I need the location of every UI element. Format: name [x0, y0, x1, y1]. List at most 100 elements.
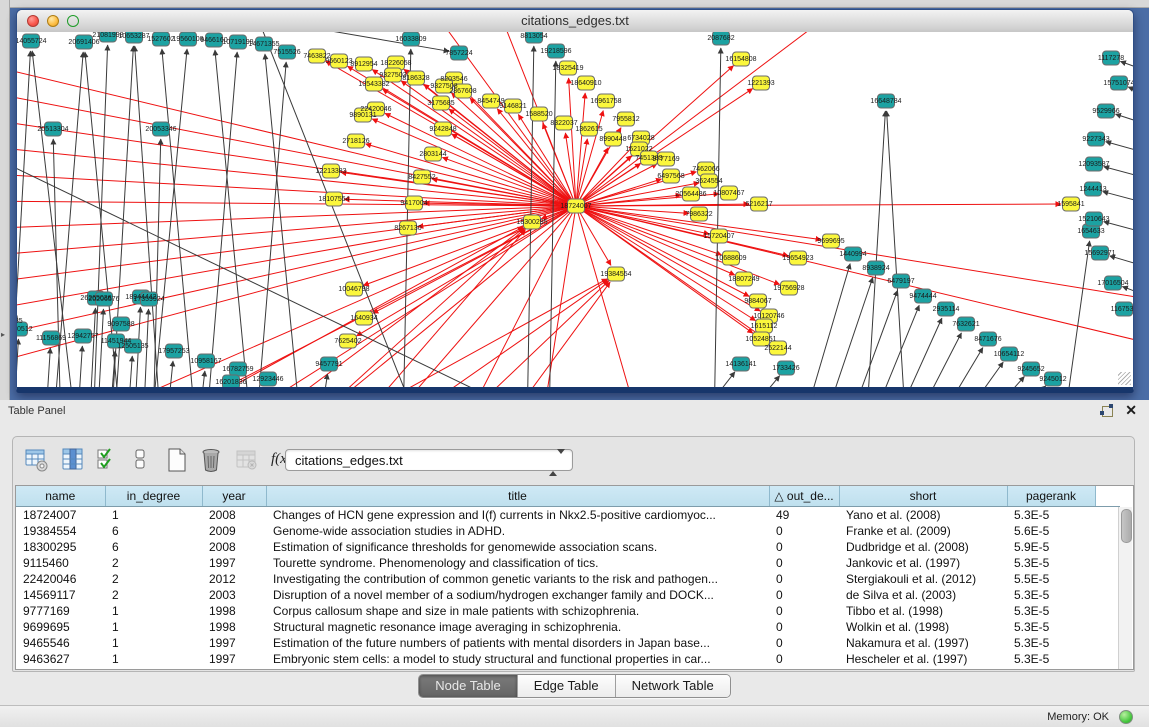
- table-cell[interactable]: 5.3E-5: [1007, 507, 1095, 524]
- column-header-year[interactable]: year: [202, 486, 266, 507]
- column-header-short[interactable]: short: [839, 486, 1007, 507]
- resize-grip[interactable]: [1118, 372, 1131, 385]
- table-cell[interactable]: 2009: [202, 523, 266, 539]
- network-canvas[interactable]: 1872400718300295193845548912954182260589…: [17, 32, 1133, 387]
- column-header-pagerank[interactable]: pagerank: [1007, 486, 1095, 507]
- table-cell[interactable]: Stergiakouli et al. (2012): [839, 571, 1007, 587]
- show-columns-icon[interactable]: [61, 447, 85, 473]
- table-cell[interactable]: Yano et al. (2008): [839, 507, 1007, 524]
- table-cell[interactable]: 5.3E-5: [1007, 587, 1095, 603]
- table-cell[interactable]: Investigating the contribution of common…: [266, 571, 769, 587]
- table-cell[interactable]: 6: [105, 539, 202, 555]
- table-cell[interactable]: Nakamura et al. (1997): [839, 635, 1007, 651]
- table-cell[interactable]: 18300295: [16, 539, 105, 555]
- citation-graph[interactable]: 1872400718300295193845548912954182260589…: [17, 32, 1133, 387]
- table-cell[interactable]: 1: [105, 619, 202, 635]
- table-cell[interactable]: 0: [769, 587, 839, 603]
- table-cell[interactable]: 1997: [202, 651, 266, 667]
- table-row[interactable]: 1872400712008Changes of HCN gene express…: [16, 507, 1120, 524]
- table-cell[interactable]: 0: [769, 619, 839, 635]
- table-row[interactable]: 946554611997Estimation of the future num…: [16, 635, 1120, 651]
- table-cell[interactable]: 1: [105, 651, 202, 667]
- table-cell[interactable]: 49: [769, 507, 839, 524]
- table-cell[interactable]: 18724007: [16, 507, 105, 524]
- table-cell[interactable]: Corpus callosum shape and size in male p…: [266, 603, 769, 619]
- table-row[interactable]: 1938455462009Genome-wide association stu…: [16, 523, 1120, 539]
- table-cell[interactable]: Changes of HCN gene expression and I(f) …: [266, 507, 769, 524]
- table-cell[interactable]: Estimation of the future numbers of pati…: [266, 635, 769, 651]
- table-cell[interactable]: 1998: [202, 619, 266, 635]
- column-header-out_de[interactable]: △ out_de...: [769, 486, 839, 507]
- tab-node-table[interactable]: Node Table: [419, 675, 518, 697]
- tab-network-table[interactable]: Network Table: [616, 675, 730, 697]
- vertical-scrollbar[interactable]: [1118, 507, 1132, 669]
- table-row[interactable]: 911546021997Tourette syndrome. Phenomeno…: [16, 555, 1120, 571]
- table-cell[interactable]: 2: [105, 571, 202, 587]
- table-cell[interactable]: 2008: [202, 507, 266, 524]
- table-row[interactable]: 977716911998Corpus callosum shape and si…: [16, 603, 1120, 619]
- new-column-icon[interactable]: [165, 447, 189, 473]
- table-cell[interactable]: 1: [105, 603, 202, 619]
- table-cell[interactable]: Hescheler et al. (1997): [839, 651, 1007, 667]
- network-window[interactable]: citations_edges.txt 18724007183002951938…: [16, 9, 1134, 393]
- table-cell[interactable]: 19384554: [16, 523, 105, 539]
- table-cell[interactable]: 5.3E-5: [1007, 651, 1095, 667]
- column-header-title[interactable]: title: [266, 486, 769, 507]
- table-cell[interactable]: 1997: [202, 555, 266, 571]
- column-header-name[interactable]: name: [16, 486, 105, 507]
- table-mode-icon[interactable]: [25, 447, 49, 473]
- table-cell[interactable]: 5.9E-5: [1007, 539, 1095, 555]
- delete-table-icon[interactable]: [235, 447, 259, 473]
- scrollbar-thumb[interactable]: [1121, 509, 1132, 543]
- table-cell[interactable]: 9465546: [16, 635, 105, 651]
- table-cell[interactable]: 0: [769, 523, 839, 539]
- table-cell[interactable]: 9115460: [16, 555, 105, 571]
- table-row[interactable]: 1456911722003Disruption of a novel membe…: [16, 587, 1120, 603]
- table-cell[interactable]: 2003: [202, 587, 266, 603]
- table-cell[interactable]: 9777169: [16, 603, 105, 619]
- table-cell[interactable]: 0: [769, 539, 839, 555]
- table-cell[interactable]: Estimation of significance thresholds fo…: [266, 539, 769, 555]
- table-cell[interactable]: 2012: [202, 571, 266, 587]
- table-cell[interactable]: 22420046: [16, 571, 105, 587]
- table-cell[interactable]: 2: [105, 555, 202, 571]
- table-cell[interactable]: Jankovic et al. (1997): [839, 555, 1007, 571]
- table-cell[interactable]: Genome-wide association studies in ADHD.: [266, 523, 769, 539]
- table-cell[interactable]: 1997: [202, 635, 266, 651]
- table-cell[interactable]: 2: [105, 587, 202, 603]
- memory-status-icon[interactable]: [1119, 710, 1133, 724]
- column-header-in_degree[interactable]: in_degree: [105, 486, 202, 507]
- table-cell[interactable]: Structural magnetic resonance image aver…: [266, 619, 769, 635]
- table-cell[interactable]: Embryonic stem cells: a model to study s…: [266, 651, 769, 667]
- table-cell[interactable]: 9463627: [16, 651, 105, 667]
- delete-columns-icon[interactable]: [199, 447, 223, 473]
- table-cell[interactable]: de Silva et al. (2003): [839, 587, 1007, 603]
- table-row[interactable]: 969969511998Structural magnetic resonanc…: [16, 619, 1120, 635]
- table-row[interactable]: 1830029562008Estimation of significance …: [16, 539, 1120, 555]
- table-cell[interactable]: Tourette syndrome. Phenomenology and cla…: [266, 555, 769, 571]
- table-selector-dropdown[interactable]: citations_edges.txt: [285, 449, 573, 471]
- table-cell[interactable]: 6: [105, 523, 202, 539]
- table-cell[interactable]: 0: [769, 555, 839, 571]
- table-cell[interactable]: 5.5E-5: [1007, 571, 1095, 587]
- table-cell[interactable]: 0: [769, 603, 839, 619]
- table-cell[interactable]: 0: [769, 635, 839, 651]
- table-cell[interactable]: 2008: [202, 539, 266, 555]
- table-row[interactable]: 2242004622012Investigating the contribut…: [16, 571, 1120, 587]
- table-cell[interactable]: 1: [105, 507, 202, 524]
- float-window-icon[interactable]: [1100, 404, 1113, 417]
- row-height-icon[interactable]: [129, 447, 153, 473]
- table-cell[interactable]: 14569117: [16, 587, 105, 603]
- table-cell[interactable]: 1998: [202, 603, 266, 619]
- table-cell[interactable]: 5.3E-5: [1007, 619, 1095, 635]
- panel-collapse-arrow-icon[interactable]: ▸: [1, 330, 5, 339]
- table-cell[interactable]: 0: [769, 571, 839, 587]
- table-cell[interactable]: Wolkin et al. (1998): [839, 619, 1007, 635]
- table-cell[interactable]: 5.3E-5: [1007, 635, 1095, 651]
- table-cell[interactable]: 0: [769, 651, 839, 667]
- network-window-titlebar[interactable]: citations_edges.txt: [17, 10, 1133, 33]
- table-cell[interactable]: 5.3E-5: [1007, 555, 1095, 571]
- table-cell[interactable]: Dudbridge et al. (2008): [839, 539, 1007, 555]
- table-cell[interactable]: Franke et al. (2009): [839, 523, 1007, 539]
- table-cell[interactable]: 1: [105, 635, 202, 651]
